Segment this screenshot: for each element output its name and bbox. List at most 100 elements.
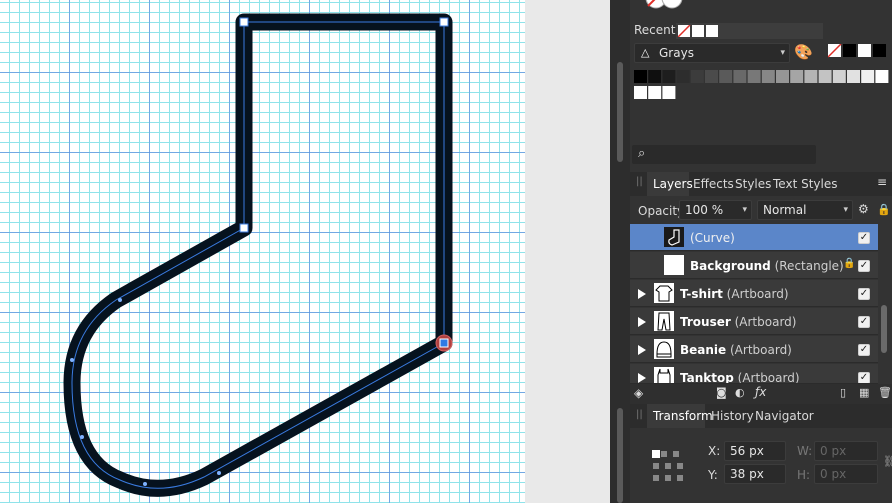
opacity-field[interactable]: 100 % ▾ [679, 200, 752, 220]
control-point [118, 298, 122, 302]
add-layer-icon[interactable]: ▯ [840, 386, 846, 399]
control-point [217, 471, 221, 475]
lock-icon[interactable]: 🔒 [843, 258, 855, 269]
layer-row-beanie[interactable]: Beanie (Artboard) ✓ [630, 336, 878, 363]
swatches-scrollbar[interactable] [617, 62, 623, 162]
layer-row-curve[interactable]: (Curve) ✓ [630, 224, 878, 251]
x-label: X: [708, 444, 721, 458]
tab-transform[interactable]: Transform [653, 409, 713, 423]
gear-icon[interactable]: ⚙ [858, 202, 869, 216]
gray-swatch [634, 86, 647, 99]
tab-effects[interactable]: Effects [693, 177, 734, 191]
gray-swatch [832, 70, 846, 83]
layers-stack-icon[interactable]: ◈ [634, 386, 643, 400]
w-label: W: [797, 444, 813, 458]
expand-arrow-icon[interactable] [638, 373, 646, 383]
transform-scrollbar[interactable] [617, 408, 623, 503]
tanktop-thumbnail [654, 367, 674, 383]
layer-label: Tanktop (Artboard) [680, 371, 800, 384]
gray-swatch [719, 70, 733, 83]
gray-swatch [776, 70, 789, 83]
visibility-checkbox[interactable]: ✓ [858, 372, 870, 383]
y-value: 38 px [730, 467, 764, 481]
gray-swatch [804, 70, 818, 83]
layer-row-trouser[interactable]: Trouser (Artboard) ✓ [630, 308, 878, 335]
gray-swatch [747, 70, 761, 83]
visibility-checkbox[interactable]: ✓ [858, 288, 870, 300]
tab-history[interactable]: History [711, 409, 754, 423]
curve-thumbnail [664, 227, 684, 247]
chevron-down-icon: ▾ [843, 205, 848, 215]
width-field[interactable]: 0 px [814, 441, 878, 461]
layer-label: Trouser (Artboard) [680, 315, 797, 329]
expand-arrow-icon[interactable] [638, 289, 646, 299]
x-position-field[interactable]: 56 px [724, 441, 786, 461]
w-value: 0 px [820, 444, 847, 458]
layer-label: Background (Rectangle) [690, 259, 844, 273]
tab-text-styles[interactable]: Text Styles [773, 177, 837, 191]
layers-scrollbar[interactable] [881, 305, 887, 353]
recent-swatches[interactable] [678, 25, 720, 37]
gray-swatch [861, 70, 875, 83]
y-label: Y: [708, 468, 718, 482]
sock-curve-shape[interactable] [0, 0, 525, 503]
gray-swatch [733, 70, 747, 83]
fill-stroke-well[interactable] [644, 0, 690, 12]
gray-swatch [847, 70, 860, 83]
visibility-checkbox[interactable]: ✓ [858, 260, 870, 272]
link-dimensions-icon[interactable]: ⛓ [883, 455, 892, 468]
gray-swatch [676, 70, 690, 83]
fx-icon[interactable]: ƒx [755, 385, 766, 399]
recent-label: Recent: [634, 23, 680, 37]
gray-swatch [648, 86, 662, 99]
layer-row-tanktop[interactable]: Tanktop (Artboard) ✓ [630, 364, 878, 384]
node-handle [439, 17, 449, 27]
mask-icon[interactable]: ◙ [716, 386, 727, 399]
tab-navigator[interactable]: Navigator [755, 409, 814, 423]
tab-styles[interactable]: Styles [735, 177, 771, 191]
lock-icon[interactable]: 🔒 [877, 203, 891, 216]
anchor-point-selector[interactable] [650, 448, 690, 488]
control-point [70, 358, 74, 362]
gray-swatch [662, 86, 676, 99]
trash-icon[interactable]: 🗑 [878, 386, 892, 399]
gray-swatch [790, 70, 804, 83]
add-pixel-layer-icon[interactable]: ▦ [859, 386, 869, 399]
control-point [80, 435, 84, 439]
tab-layers[interactable]: Layers [653, 177, 693, 191]
panel-menu-icon[interactable]: ≡ [877, 175, 887, 189]
y-position-field[interactable]: 38 px [724, 464, 786, 484]
gray-swatch-grid[interactable] [634, 70, 890, 100]
panel-grip-icon: || [636, 176, 643, 187]
control-point [143, 482, 147, 486]
height-field[interactable]: 0 px [814, 464, 878, 484]
trouser-thumbnail [654, 311, 674, 331]
swatch-search-input[interactable]: ⌕ [632, 145, 816, 164]
color-picker-icon[interactable]: 🎨 [794, 43, 813, 61]
expand-arrow-icon[interactable] [638, 317, 646, 327]
expand-arrow-icon[interactable] [638, 345, 646, 355]
gray-swatch [705, 70, 718, 83]
h-value: 0 px [820, 467, 847, 481]
beanie-thumbnail [654, 339, 674, 359]
node-handle [239, 223, 249, 233]
gray-swatch [818, 70, 832, 83]
visibility-checkbox[interactable]: ✓ [858, 232, 870, 244]
gray-swatch [761, 70, 775, 83]
adjustment-icon[interactable]: ◐ [735, 386, 745, 399]
opacity-value: 100 % [685, 203, 724, 217]
layer-thumbnail [664, 255, 684, 275]
gray-swatch [634, 70, 647, 83]
layer-row-tshirt[interactable]: T-shirt (Artboard) ✓ [630, 280, 878, 307]
gray-swatch [875, 70, 889, 83]
h-label: H: [797, 468, 811, 482]
design-canvas[interactable] [0, 0, 525, 503]
palette-quick-swatches[interactable] [828, 44, 888, 58]
visibility-checkbox[interactable]: ✓ [858, 344, 870, 356]
blend-mode-dropdown[interactable]: Normal ▾ [757, 200, 853, 220]
palette-icon: △ [641, 46, 650, 59]
selected-node-handle [439, 338, 449, 348]
layer-row-background[interactable]: Background (Rectangle) 🔒 ✓ [630, 252, 878, 279]
palette-dropdown[interactable]: △ Grays ▾ [634, 43, 790, 63]
visibility-checkbox[interactable]: ✓ [858, 316, 870, 328]
